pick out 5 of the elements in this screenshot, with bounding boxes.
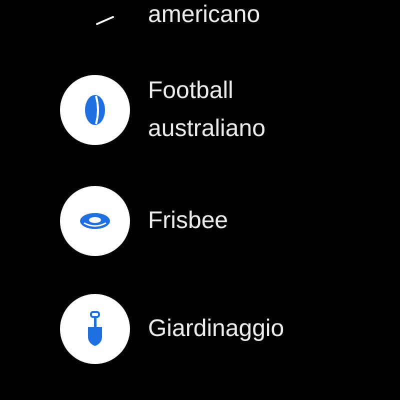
item-label[interactable]: Frisbee [148, 202, 228, 240]
item-label[interactable]: americano [148, 0, 260, 30]
item-label[interactable]: Giardinaggio [148, 310, 284, 348]
item-label[interactable]: Football australiano [148, 72, 266, 148]
slash-icon [96, 16, 114, 25]
